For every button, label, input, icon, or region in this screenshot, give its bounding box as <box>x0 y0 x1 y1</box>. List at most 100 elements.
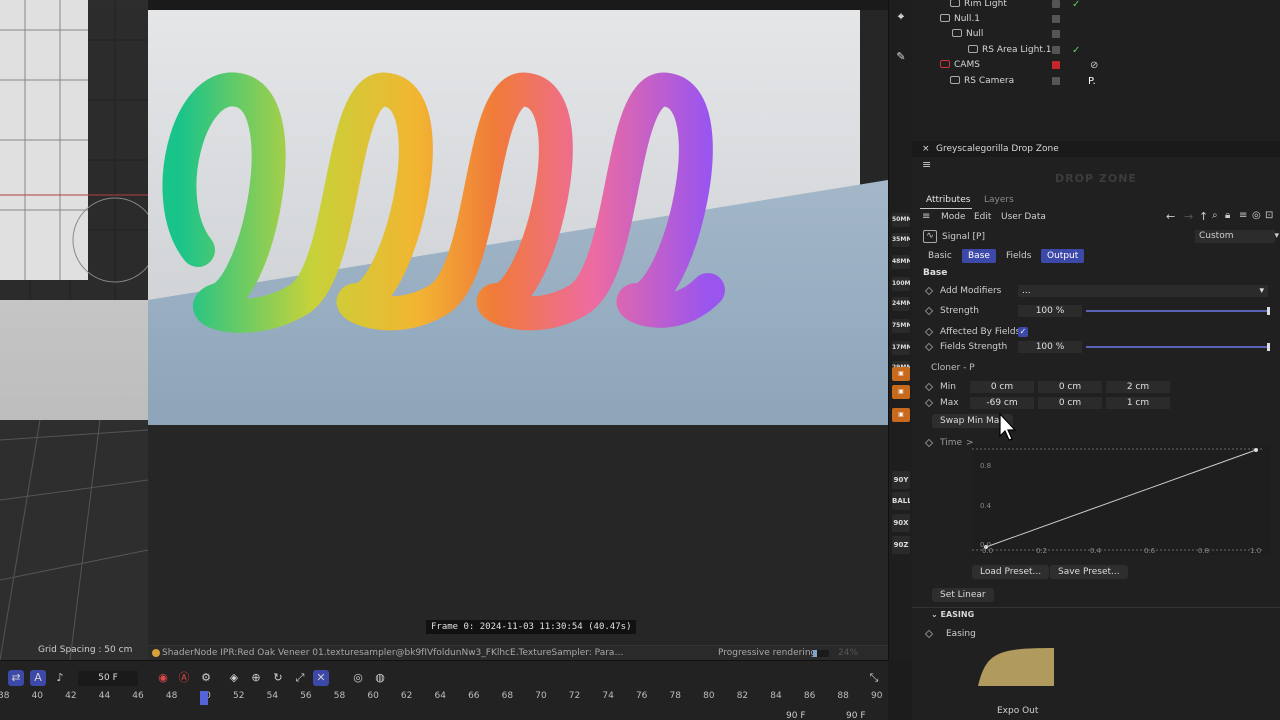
autokey-icon[interactable]: A <box>30 670 46 686</box>
hamburger-icon[interactable]: ≡ <box>922 211 930 222</box>
forward-arrow-icon[interactable]: → <box>1184 210 1193 223</box>
motion-system-icon[interactable]: ◍ <box>372 670 388 686</box>
preset-dropdown[interactable]: Custom ▾ <box>1195 230 1279 243</box>
new-window-icon[interactable]: ⊡ <box>1265 210 1273 221</box>
keyframe-diamond-icon[interactable] <box>924 629 934 639</box>
tab-base[interactable]: Base <box>962 249 996 263</box>
menu-user-data[interactable]: User Data <box>1001 212 1046 222</box>
brush-icon[interactable]: ✎ <box>892 50 910 64</box>
key-rotation-icon[interactable]: ↻ <box>270 670 286 686</box>
lens-preset-35mm[interactable]: 35MM <box>892 233 910 247</box>
key-settings-icon[interactable]: ⚙ <box>198 670 214 686</box>
menu-edit[interactable]: Edit <box>974 212 991 222</box>
end-frame-a[interactable]: 90 F <box>786 711 806 720</box>
strength-field[interactable]: 100 % <box>1018 305 1082 317</box>
end-frame-b[interactable]: 90 F <box>846 711 866 720</box>
om-row-null-1[interactable]: Null.1 <box>912 12 1280 27</box>
affected-by-fields-checkbox[interactable]: ✓ <box>1018 327 1028 337</box>
lens-preset-90x[interactable]: 90X <box>892 514 910 532</box>
om-row-rim-light[interactable]: Rim Light ✓ <box>912 0 1280 12</box>
tab-output[interactable]: Output <box>1041 249 1085 263</box>
back-arrow-icon[interactable]: ← <box>1166 210 1175 223</box>
min-y-field[interactable]: 0 cm <box>1038 381 1102 393</box>
strength-slider-knob[interactable] <box>1267 307 1270 315</box>
camera-preset-icon[interactable]: ▣ <box>892 385 910 399</box>
keyframe-diamond-icon[interactable] <box>924 306 934 316</box>
enabled-check-icon[interactable]: ✓ <box>1072 0 1080 12</box>
keyframe-diamond-icon[interactable] <box>924 286 934 296</box>
lens-preset-24mm[interactable]: 24MM <box>892 297 910 311</box>
record-icon[interactable]: ◉ <box>155 670 171 686</box>
tab-layers[interactable]: Layers <box>984 195 1014 205</box>
autokey-record-icon[interactable]: Ⓐ <box>176 670 192 686</box>
tab-basic[interactable]: Basic <box>922 249 958 263</box>
keyframe-diamond-icon[interactable] <box>924 342 934 352</box>
camera-preset-icon[interactable]: ▣ <box>892 367 910 381</box>
fields-strength-slider-knob[interactable] <box>1267 343 1270 351</box>
disabled-icon[interactable]: ⊘ <box>1090 58 1098 73</box>
camera-preset-icon[interactable]: ▣ <box>892 408 910 422</box>
strength-slider[interactable] <box>1086 310 1268 312</box>
lens-preset-100mm[interactable]: 100MM <box>892 277 910 291</box>
lens-preset-75mm[interactable]: 75MM <box>892 319 910 333</box>
app-window: Grid Spacing : 50 cm Frame 0: 2024-11-03… <box>0 0 1280 720</box>
lens-preset-90z[interactable]: 90Z <box>892 536 910 554</box>
render-view[interactable]: Frame 0: 2024-11-03 11:30:54 (40.47s) <box>148 0 888 660</box>
search-icon[interactable]: ⌕ <box>1212 210 1218 221</box>
playhead[interactable] <box>200 691 208 705</box>
fields-strength-slider[interactable] <box>1086 346 1268 348</box>
set-linear-button[interactable]: Set Linear <box>932 588 994 602</box>
keyframe-diamond-icon[interactable] <box>924 327 934 337</box>
om-row-rs-area-light[interactable]: RS Area Light.1 ✓ <box>912 43 1280 58</box>
keyframe-diamond-icon[interactable] <box>924 398 934 408</box>
timeline[interactable]: ⇄ A ♪ 50 F ◉ Ⓐ ⚙ ◈ ⊕ ↻ ⤢ ✕ ◎ ◍ ⤡ 38 40 42 4… <box>0 660 888 720</box>
perspective-viewport[interactable]: Grid Spacing : 50 cm <box>0 0 148 660</box>
easing-curve-preview[interactable] <box>978 648 1054 686</box>
load-preset-button[interactable]: Load Preset... <box>972 565 1050 579</box>
menu-icon[interactable]: ≡ <box>922 158 931 171</box>
timeline-expand-icon[interactable]: ⤡ <box>866 670 882 686</box>
max-y-field[interactable]: 0 cm <box>1038 397 1102 409</box>
keyframe-diamond-icon[interactable] <box>924 438 934 448</box>
fields-strength-field[interactable]: 100 % <box>1018 341 1082 353</box>
tab-attributes[interactable]: Attributes <box>926 195 970 205</box>
keyframe-diamond-icon[interactable] <box>924 382 934 392</box>
om-row-rs-camera[interactable]: RS Camera P. <box>912 74 1280 89</box>
time-curve-graph[interactable]: 0.8 0.4 0.0 0.0 0.2 0.4 0.6 0.8 1.0 <box>972 445 1270 555</box>
lock-icon[interactable]: 🔒︎ <box>1225 210 1230 221</box>
timeline-ruler[interactable]: 3840424446485052545658606264666870727476… <box>0 689 888 720</box>
target-icon[interactable]: ◎ <box>1252 210 1261 221</box>
lens-preset-17mm[interactable]: 17MM <box>892 341 910 355</box>
filter-icon[interactable]: ≡ <box>1239 210 1247 221</box>
current-frame-field[interactable]: 50 F <box>78 671 138 686</box>
keyframe-icon[interactable]: ◈ <box>226 670 242 686</box>
key-position-icon[interactable]: ⊕ <box>248 670 264 686</box>
om-row-null[interactable]: Null <box>912 27 1280 42</box>
add-modifiers-dropdown[interactable]: ... ▾ <box>1018 285 1268 297</box>
min-z-field[interactable]: 2 cm <box>1106 381 1170 393</box>
motion-clip-icon[interactable]: ◎ <box>350 670 366 686</box>
menu-mode[interactable]: Mode <box>941 212 966 222</box>
key-scale-icon[interactable]: ⤢ <box>292 670 308 686</box>
tab-fields[interactable]: Fields <box>1000 249 1037 263</box>
enabled-check-icon[interactable]: ✓ <box>1072 43 1080 58</box>
snap-icon[interactable]: ⌖ <box>892 10 910 24</box>
object-manager[interactable]: Rim Light ✓ Null.1 Null RS Area Light.1 … <box>912 0 1280 140</box>
lens-preset-48mm[interactable]: 48MM <box>892 255 910 269</box>
sound-icon[interactable]: ♪ <box>52 670 68 686</box>
key-param-icon[interactable]: ✕ <box>313 670 329 686</box>
easing-section[interactable]: ⌄ EASING <box>931 610 974 619</box>
up-arrow-icon[interactable]: ↑ <box>1199 210 1208 223</box>
camera-tag-icon[interactable]: P. <box>1088 74 1096 89</box>
max-z-field[interactable]: 1 cm <box>1106 397 1170 409</box>
max-x-field[interactable]: -69 cm <box>970 397 1034 409</box>
close-icon[interactable]: × <box>922 141 930 157</box>
curve-x-label: 0.8 <box>1198 547 1210 555</box>
min-x-field[interactable]: 0 cm <box>970 381 1034 393</box>
save-preset-button[interactable]: Save Preset... <box>1050 565 1128 579</box>
lens-preset-90y[interactable]: 90Y <box>892 471 910 489</box>
lens-preset-50mm[interactable]: 50MM <box>892 213 910 227</box>
lens-preset-ball[interactable]: BALL <box>892 492 910 510</box>
om-row-cams[interactable]: CAMS ⊘ <box>912 58 1280 73</box>
loop-icon[interactable]: ⇄ <box>8 670 24 686</box>
